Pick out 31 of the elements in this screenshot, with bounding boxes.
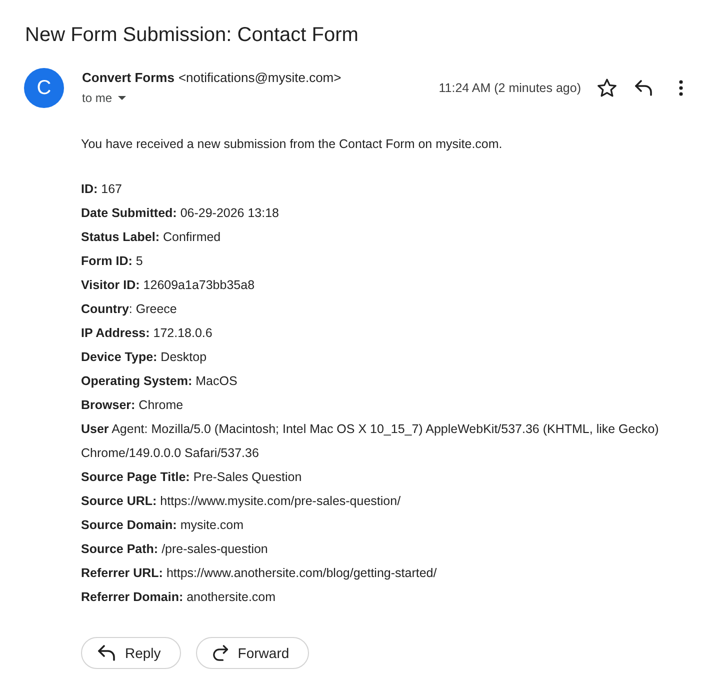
recipient-dropdown[interactable]: to me bbox=[82, 88, 126, 108]
more-icon bbox=[679, 80, 683, 96]
forward-button[interactable]: Forward bbox=[196, 637, 310, 669]
submission-detail: Source Path: /pre-sales-question bbox=[81, 541, 269, 558]
submission-detail: IP Address: 172.18.0.6 bbox=[81, 325, 214, 342]
email-subject: New Form Submission: Contact Form bbox=[25, 23, 360, 48]
submission-detail: Source Domain: mysite.com bbox=[81, 517, 245, 534]
intro-text: You have received a new submission from the Contact Form on mysite.com. bbox=[81, 136, 504, 153]
submission-detail: ID: 167 bbox=[81, 181, 124, 198]
message-time: 11:24 AM (2 minutes ago) bbox=[438, 81, 581, 95]
submission-detail: Browser: Chrome bbox=[81, 397, 184, 414]
reply-icon bbox=[635, 80, 653, 96]
submission-detail: Form ID: 5 bbox=[81, 253, 144, 270]
submission-detail: Operating System: MacOS bbox=[81, 373, 238, 390]
submission-detail: Referrer Domain: anothersite.com bbox=[81, 589, 277, 606]
submission-detail: Visitor ID: 12609a1a73bb35a8 bbox=[81, 277, 256, 294]
submission-detail: Date Submitted: 06-29-2026 13:18 bbox=[81, 205, 280, 222]
sender-avatar: C bbox=[24, 68, 64, 108]
submission-detail: Source Page Title: Pre-Sales Question bbox=[81, 469, 303, 486]
sender-email: <notifications@mysite.com> bbox=[178, 69, 342, 87]
submission-detail: Referrer URL: https://www.anothersite.com/blog/getting-started/ bbox=[81, 565, 438, 582]
submission-detail: Country: Greece bbox=[81, 301, 178, 318]
submission-detail: Status Label: Confirmed bbox=[81, 229, 222, 246]
caret-icon bbox=[118, 96, 126, 100]
reply-button[interactable]: Reply bbox=[81, 637, 181, 669]
sender-name: Convert Forms bbox=[82, 69, 174, 87]
submission-detail: Device Type: Desktop bbox=[81, 349, 208, 366]
submission-detail: User Agent: Mozilla/5.0 (Macintosh; Intel Mac OS X 10_15_7) AppleWebKit/537.36 (KHTML, like Gecko) Chrome/149.0.0.0 Safari/537.36 bbox=[81, 421, 660, 462]
submission-detail: Source URL: https://www.mysite.com/pre-sales-question/ bbox=[81, 493, 402, 510]
reply-icon bbox=[98, 645, 116, 661]
forward-icon bbox=[212, 645, 229, 661]
